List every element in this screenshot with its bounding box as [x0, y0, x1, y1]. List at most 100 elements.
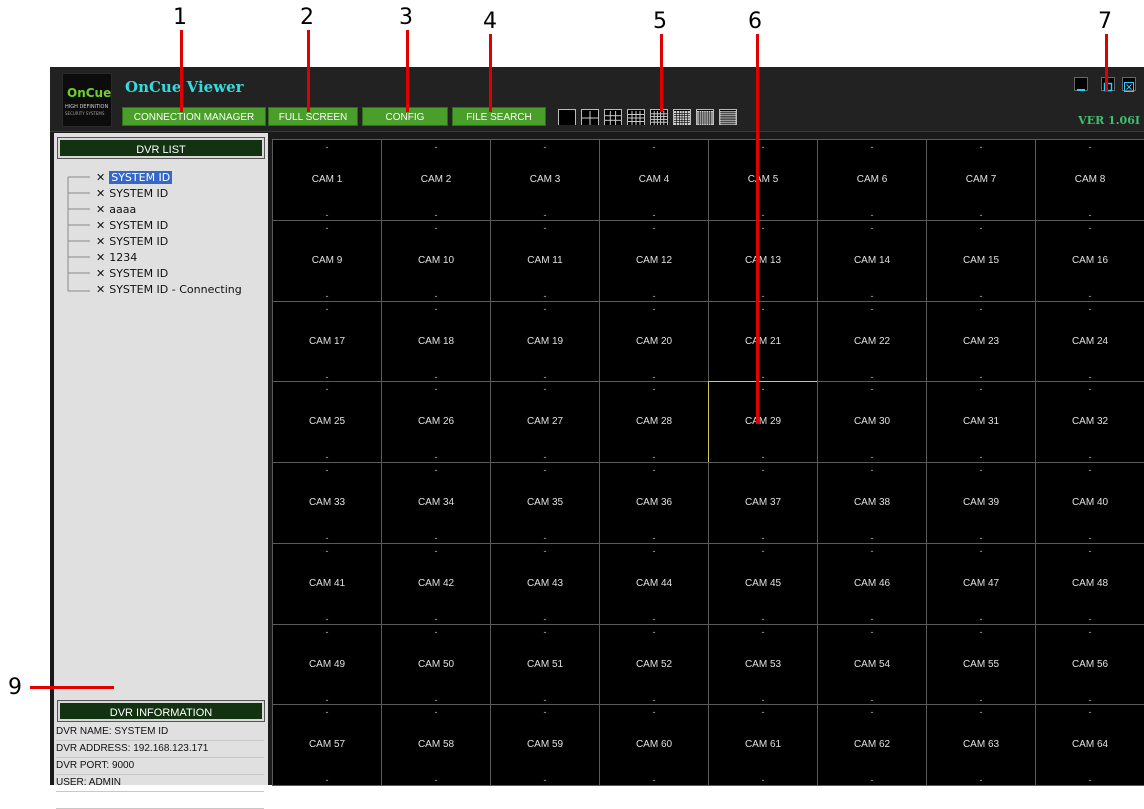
camera-tile[interactable]: - CAM 57 -: [272, 704, 382, 786]
layout-4-icon[interactable]: [581, 109, 599, 125]
disconnect-icon[interactable]: ✕: [96, 203, 105, 216]
camera-tile[interactable]: - CAM 35 -: [490, 462, 600, 544]
layout-9-icon[interactable]: [604, 109, 622, 125]
dvr-list-item[interactable]: ✕ SYSTEM ID: [96, 266, 168, 281]
dvr-list-item[interactable]: ✕ 1234: [96, 250, 137, 265]
camera-tile[interactable]: - CAM 7 -: [926, 139, 1036, 221]
layout-64-icon[interactable]: [719, 109, 737, 125]
camera-tile[interactable]: - CAM 49 -: [272, 623, 382, 706]
camera-tile[interactable]: - CAM 61 -: [708, 704, 818, 786]
dvr-list-item[interactable]: ✕ SYSTEM ID - Connecting: [96, 282, 242, 297]
camera-tile[interactable]: - CAM 20 -: [599, 300, 709, 383]
full-screen-button[interactable]: FULL SCREEN: [268, 107, 358, 126]
camera-tile[interactable]: - CAM 17 -: [272, 300, 382, 383]
camera-tile[interactable]: - CAM 10 -: [381, 219, 491, 302]
camera-label: CAM 62: [853, 739, 891, 751]
app-title: OnCue Viewer: [125, 78, 244, 96]
camera-tile[interactable]: - CAM 23 -: [926, 300, 1036, 383]
camera-tile[interactable]: - CAM 51 -: [490, 623, 600, 706]
dvr-list-item[interactable]: ✕ SYSTEM ID: [96, 218, 168, 233]
camera-tile[interactable]: - CAM 8 -: [1035, 139, 1144, 221]
camera-tile[interactable]: - CAM 29 -: [708, 381, 818, 463]
camera-tile[interactable]: - CAM 42 -: [381, 542, 491, 625]
camera-tile[interactable]: - CAM 15 -: [926, 219, 1036, 302]
camera-tile[interactable]: - CAM 32 -: [1035, 381, 1144, 463]
disconnect-icon[interactable]: ✕: [96, 235, 105, 248]
camera-tile[interactable]: - CAM 30 -: [817, 381, 927, 463]
camera-tile[interactable]: - CAM 40 -: [1035, 462, 1144, 544]
camera-tile[interactable]: - CAM 46 -: [817, 542, 927, 625]
disconnect-icon[interactable]: ✕: [96, 187, 105, 200]
dvr-list-item[interactable]: ✕ SYSTEM ID: [96, 170, 173, 185]
camera-tile[interactable]: - CAM 25 -: [272, 381, 382, 463]
camera-tile[interactable]: - CAM 1 -: [272, 139, 382, 221]
camera-tile[interactable]: - CAM 50 -: [381, 623, 491, 706]
camera-tile[interactable]: - CAM 27 -: [490, 381, 600, 463]
disconnect-icon[interactable]: ✕: [96, 171, 105, 184]
camera-tile[interactable]: - CAM 2 -: [381, 139, 491, 221]
camera-tile[interactable]: - CAM 47 -: [926, 542, 1036, 625]
camera-tile[interactable]: - CAM 37 -: [708, 462, 818, 544]
camera-tile[interactable]: - CAM 58 -: [381, 704, 491, 786]
disconnect-icon[interactable]: ✕: [96, 251, 105, 264]
disconnect-icon[interactable]: ✕: [96, 219, 105, 232]
disconnect-icon[interactable]: ✕: [96, 283, 105, 296]
dvr-list-item[interactable]: ✕ SYSTEM ID: [96, 186, 168, 201]
camera-tile[interactable]: - CAM 36 -: [599, 462, 709, 544]
camera-tile[interactable]: - CAM 44 -: [599, 542, 709, 625]
camera-tile[interactable]: - CAM 22 -: [817, 300, 927, 383]
close-icon[interactable]: [1122, 77, 1136, 92]
callout-line-6: [756, 34, 759, 424]
camera-tile[interactable]: - CAM 45 -: [708, 542, 818, 625]
camera-tile[interactable]: - CAM 64 -: [1035, 704, 1144, 786]
camera-tile[interactable]: - CAM 14 -: [817, 219, 927, 302]
camera-tile[interactable]: - CAM 38 -: [817, 462, 927, 544]
dvr-list-item[interactable]: ✕ SYSTEM ID: [96, 234, 168, 249]
camera-tile[interactable]: - CAM 56 -: [1035, 623, 1144, 706]
maximize-icon[interactable]: [1101, 77, 1115, 92]
camera-tile[interactable]: - CAM 34 -: [381, 462, 491, 544]
camera-tile[interactable]: - CAM 26 -: [381, 381, 491, 463]
camera-tile[interactable]: - CAM 33 -: [272, 462, 382, 544]
camera-tile[interactable]: - CAM 62 -: [817, 704, 927, 786]
camera-tile[interactable]: - CAM 18 -: [381, 300, 491, 383]
camera-tile[interactable]: - CAM 39 -: [926, 462, 1036, 544]
minimize-icon[interactable]: [1074, 77, 1088, 91]
camera-tile[interactable]: - CAM 4 -: [599, 139, 709, 221]
camera-tile[interactable]: - CAM 59 -: [490, 704, 600, 786]
camera-tile[interactable]: - CAM 41 -: [272, 542, 382, 625]
dvr-list-item[interactable]: ✕ aaaa: [96, 202, 136, 217]
camera-tile[interactable]: - CAM 52 -: [599, 623, 709, 706]
camera-tile[interactable]: - CAM 31 -: [926, 381, 1036, 463]
camera-tile[interactable]: - CAM 21 -: [708, 300, 818, 383]
camera-tile[interactable]: - CAM 12 -: [599, 219, 709, 302]
layout-36-icon[interactable]: [673, 109, 691, 125]
camera-tile[interactable]: - CAM 11 -: [490, 219, 600, 302]
camera-tile[interactable]: - CAM 9 -: [272, 219, 382, 302]
camera-tile[interactable]: - CAM 24 -: [1035, 300, 1144, 383]
config-button[interactable]: CONFIG: [362, 107, 448, 126]
camera-tile[interactable]: - CAM 53 -: [708, 623, 818, 706]
camera-tile[interactable]: - CAM 16 -: [1035, 219, 1144, 302]
camera-tile[interactable]: - CAM 6 -: [817, 139, 927, 221]
layout-16-icon[interactable]: [627, 109, 645, 125]
connection-manager-button[interactable]: CONNECTION MANAGER: [122, 107, 266, 126]
camera-tile[interactable]: - CAM 43 -: [490, 542, 600, 625]
camera-tile[interactable]: - CAM 28 -: [599, 381, 709, 463]
camera-tile[interactable]: - CAM 63 -: [926, 704, 1036, 786]
layout-25-icon[interactable]: [650, 109, 668, 125]
camera-tile[interactable]: - CAM 5 -: [708, 139, 818, 221]
layout-1-icon[interactable]: [558, 109, 576, 125]
camera-tile[interactable]: - CAM 48 -: [1035, 542, 1144, 625]
layout-49-icon[interactable]: [696, 109, 714, 125]
camera-tile[interactable]: - CAM 55 -: [926, 623, 1036, 706]
camera-tile[interactable]: - CAM 19 -: [490, 300, 600, 383]
camera-tile[interactable]: - CAM 13 -: [708, 219, 818, 302]
camera-status-bottom: -: [761, 210, 765, 220]
camera-tile[interactable]: - CAM 3 -: [490, 139, 600, 221]
camera-status-bottom: -: [325, 533, 329, 543]
file-search-button[interactable]: FILE SEARCH: [452, 107, 546, 126]
camera-tile[interactable]: - CAM 60 -: [599, 704, 709, 786]
camera-tile[interactable]: - CAM 54 -: [817, 623, 927, 706]
disconnect-icon[interactable]: ✕: [96, 267, 105, 280]
